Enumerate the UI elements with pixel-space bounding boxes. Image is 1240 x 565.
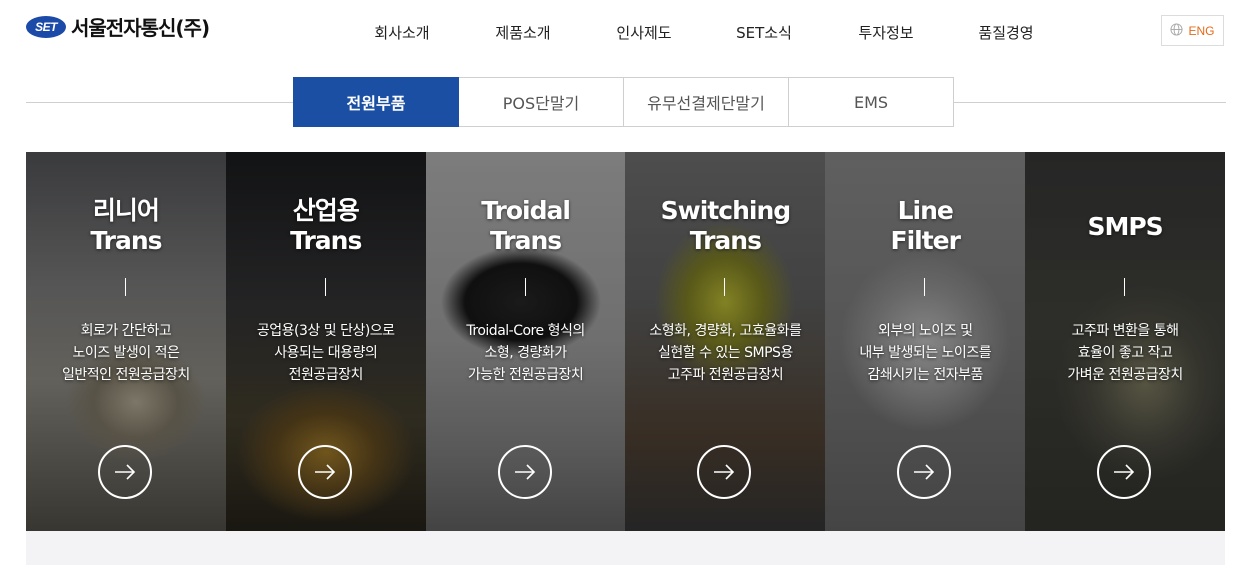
product-card-industrial-trans[interactable]: 산업용 Trans 공업용(3상 및 단상)으로 사용되는 대용량의 전원공급장치 — [225, 152, 426, 531]
logo-text: 서울전자통신(주) — [71, 16, 210, 40]
footer-band — [26, 531, 1225, 565]
product-title: 리니어 Trans — [90, 196, 162, 255]
nav-item-hr[interactable]: 인사제도 — [616, 22, 671, 43]
product-title: SMPS — [1087, 212, 1163, 241]
product-title: Troidal Trans — [481, 196, 571, 255]
nav-item-company[interactable]: 회사소개 — [374, 22, 429, 43]
product-card-line-filter[interactable]: Line Filter 외부의 노이즈 및 내부 발생되는 노이즈를 감쇄시키는 전자… — [825, 152, 1026, 531]
product-description: 외부의 노이즈 및 내부 발생되는 노이즈를 감쇄시키는 전자부품 — [859, 323, 992, 383]
product-card-linear-trans[interactable]: 리니어 Trans 회로가 간단하고 노이즈 발생이 적은 일반적인 전원공급장치 — [26, 152, 226, 531]
product-card-smps[interactable]: SMPS 고주파 변환을 통해 효율이 좋고 작고 가벼운 전원공급장치 — [1025, 152, 1225, 531]
title-divider — [724, 278, 726, 296]
product-card-switching-trans[interactable]: Switching Trans 소형화, 경량화, 고효율화를 실현할 수 있는 S… — [625, 152, 826, 531]
arrow-right-icon[interactable] — [897, 445, 952, 499]
tab-pos-terminal[interactable]: POS단말기 — [458, 77, 624, 127]
title-divider — [524, 278, 526, 296]
tab-ems[interactable]: EMS — [788, 77, 954, 127]
product-description: Troidal-Core 형식의 소형, 경량화가 가능한 전원공급장치 — [466, 323, 585, 383]
company-logo[interactable]: SET 서울전자통신(주) — [26, 12, 210, 41]
product-title: Line Filter — [890, 196, 961, 255]
title-divider — [125, 278, 126, 296]
arrow-right-icon[interactable] — [98, 445, 152, 499]
nav-item-products[interactable]: 제품소개 — [495, 22, 550, 43]
nav-item-quality[interactable]: 품질경영 — [978, 22, 1033, 43]
product-description: 소형화, 경량화, 고효율화를 실현할 수 있는 SMPS용 고주파 전원공급장치 — [649, 323, 802, 383]
arrow-right-icon[interactable] — [297, 445, 352, 499]
product-description: 공업용(3상 및 단상)으로 사용되는 대용량의 전원공급장치 — [256, 323, 395, 383]
product-description: 회로가 간단하고 노이즈 발생이 적은 일반적인 전원공급장치 — [62, 323, 190, 383]
product-title: Switching Trans — [660, 196, 792, 255]
title-divider — [324, 278, 326, 296]
language-label: ENG — [1188, 23, 1215, 38]
product-list: 리니어 Trans 회로가 간단하고 노이즈 발생이 적은 일반적인 전원공급장치 산… — [26, 152, 1225, 531]
tab-power-parts[interactable]: 전원부품 — [293, 77, 459, 127]
title-divider — [1124, 278, 1126, 296]
category-tabs: 전원부품 POS단말기 유무선결제단말기 EMS — [293, 77, 954, 127]
nav-item-investment[interactable]: 투자정보 — [858, 22, 913, 43]
globe-icon — [1170, 22, 1184, 39]
arrow-right-icon[interactable] — [497, 445, 552, 499]
language-button[interactable]: ENG — [1161, 15, 1224, 46]
product-title: 산업용 Trans — [290, 196, 362, 255]
nav-item-news[interactable]: SET소식 — [736, 22, 792, 43]
arrow-right-icon[interactable] — [1097, 445, 1152, 499]
tab-payment-terminal[interactable]: 유무선결제단말기 — [623, 77, 789, 127]
logo-badge: SET — [26, 15, 66, 38]
title-divider — [924, 278, 926, 296]
product-card-toroidal-trans[interactable]: Troidal Trans Troidal-Core 형식의 소형, 경량화가 가능한… — [425, 152, 626, 531]
product-description: 고주파 변환을 통해 효율이 좋고 작고 가벼운 전원공급장치 — [1067, 323, 1183, 383]
